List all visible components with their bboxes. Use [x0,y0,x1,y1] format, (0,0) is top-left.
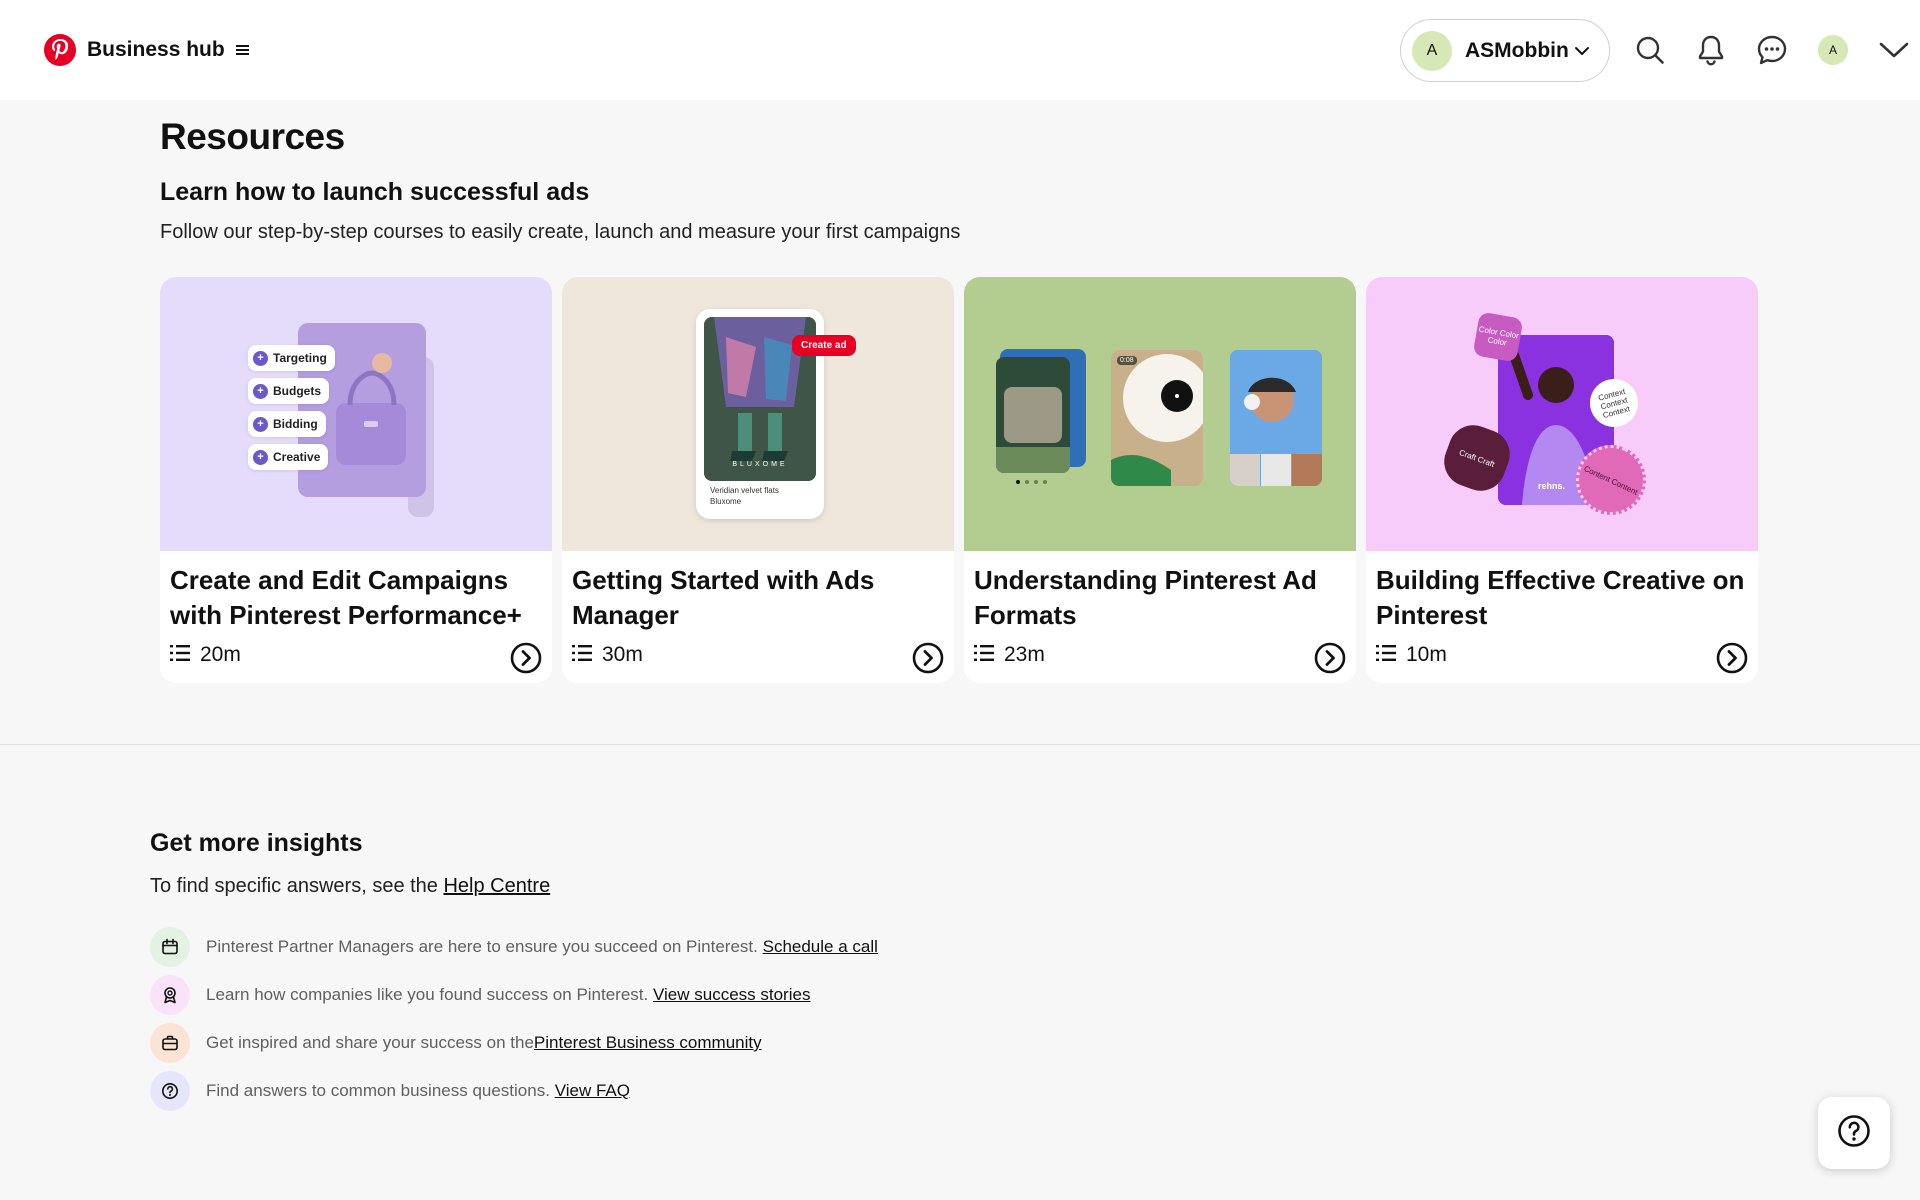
bidding-chip: + Bidding [248,411,326,437]
course-duration: 20m [200,643,241,666]
list-item-text: Pinterest Partner Managers are here to e… [206,937,758,956]
account-switcher[interactable]: A ASMobbin [1400,19,1610,82]
brand: Business hub [44,34,251,66]
course-meta: 20m [170,643,241,667]
course-duration: 23m [1004,643,1045,666]
course-thumbnail: rehns. Color Color Color Context Context… [1366,277,1758,551]
question-icon [1837,1114,1871,1153]
profile-avatar[interactable]: A [1818,35,1848,65]
pinterest-logo-icon[interactable] [44,34,76,66]
course-title[interactable]: Understanding Pinterest Ad Formats [974,563,1346,633]
list-item: Get inspired and share your success on t… [150,1019,878,1067]
view-faq-link[interactable]: View FAQ [555,1081,630,1101]
product-caption: Veridian velvet flats Bluxome [710,486,779,506]
list-item: Learn how companies like you found succe… [150,971,878,1019]
list-item: Pinterest Partner Managers are here to e… [150,923,878,971]
help-button[interactable] [1818,1097,1890,1169]
insights-section: Get more insights To find specific answe… [0,744,1920,1200]
color-sticker: Color Color Color [1472,311,1524,363]
success-stories-link[interactable]: View success stories [653,985,810,1005]
award-icon [150,975,190,1015]
budgets-chip: + Budgets [248,378,329,404]
course-cards: + Targeting + Budgets + Bidding + Creative C… [160,277,1758,683]
course-thumbnail: 0:08 [964,277,1356,551]
list-item-text: Learn how companies like you found succe… [206,985,649,1004]
chevron-down-icon[interactable] [1878,34,1910,66]
list-item-text: Find answers to common business question… [206,1081,550,1100]
course-card[interactable]: 0:08 Understanding Pinterest Ad Formats … [964,277,1356,683]
course-duration: 10m [1406,643,1447,666]
lessons-list-icon [170,644,190,667]
course-thumbnail: BLUXOME Create ad Veridian velvet flats … [562,277,954,551]
brand-watermark: BLUXOME [732,461,788,468]
lessons-list-icon [572,644,592,667]
question-icon [150,1071,190,1111]
schedule-call-link[interactable]: Schedule a call [763,937,878,957]
account-avatar: A [1412,30,1452,71]
course-card[interactable]: rehns. Color Color Color Context Context… [1366,277,1758,683]
insights-subtext: To find specific answers, see the Help C… [150,875,551,897]
insights-heading: Get more insights [150,829,363,857]
lessons-list-icon [1376,644,1396,667]
course-title[interactable]: Building Effective Creative on Pinterest [1376,563,1748,633]
calendar-icon [150,927,190,967]
collection-ad-image [1230,350,1322,486]
brand-watermark: rehns. [1538,481,1566,491]
creative-chip: + Creative [248,444,329,470]
lessons-list-icon [974,644,994,667]
list-item: Find answers to common business question… [150,1067,878,1115]
course-duration: 30m [602,643,643,666]
notifications-bell-icon[interactable] [1695,34,1727,66]
hamburger-menu-icon[interactable] [235,43,251,57]
course-title[interactable]: Create and Edit Campaigns with Pinterest… [170,563,542,633]
insights-list: Pinterest Partner Managers are here to e… [150,923,878,1115]
arrow-right-circle-icon[interactable] [1716,642,1748,674]
create-ad-badge: Create ad [792,335,856,356]
help-centre-link[interactable]: Help Centre [443,875,550,897]
video-timestamp: 0:08 [1117,356,1137,365]
app-title[interactable]: Business hub [87,38,225,62]
arrow-right-circle-icon[interactable] [510,642,542,674]
arrow-right-circle-icon[interactable] [912,642,944,674]
section-description: Follow our step-by-step courses to easil… [160,221,961,243]
video-ad-image: 0:08 [1111,350,1203,486]
briefcase-icon [150,1023,190,1063]
course-title[interactable]: Getting Started with Ads Manager [572,563,944,633]
course-meta: 30m [572,643,643,667]
messages-icon[interactable] [1756,34,1788,66]
top-navigation-bar: Business hub A ASMobbin A [0,0,1920,100]
carousel-dots [1016,480,1047,484]
search-icon[interactable] [1634,34,1666,66]
course-card[interactable]: BLUXOME Create ad Veridian velvet flats … [562,277,954,683]
chevron-down-icon [1573,42,1591,65]
arrow-right-circle-icon[interactable] [1314,642,1346,674]
account-name: ASMobbin [1465,38,1569,62]
course-thumbnail: + Targeting + Budgets + Bidding + Creative [160,277,552,551]
business-community-link[interactable]: Pinterest Business community [534,1033,762,1053]
course-meta: 10m [1376,643,1447,667]
course-meta: 23m [974,643,1045,667]
section-subheading: Learn how to launch successful ads [160,178,590,206]
targeting-chip: + Targeting [248,345,335,371]
list-item-text: Get inspired and share your success on t… [206,1033,534,1052]
page-title: Resources [160,116,345,157]
course-card[interactable]: + Targeting + Budgets + Bidding + Creative C… [160,277,552,683]
